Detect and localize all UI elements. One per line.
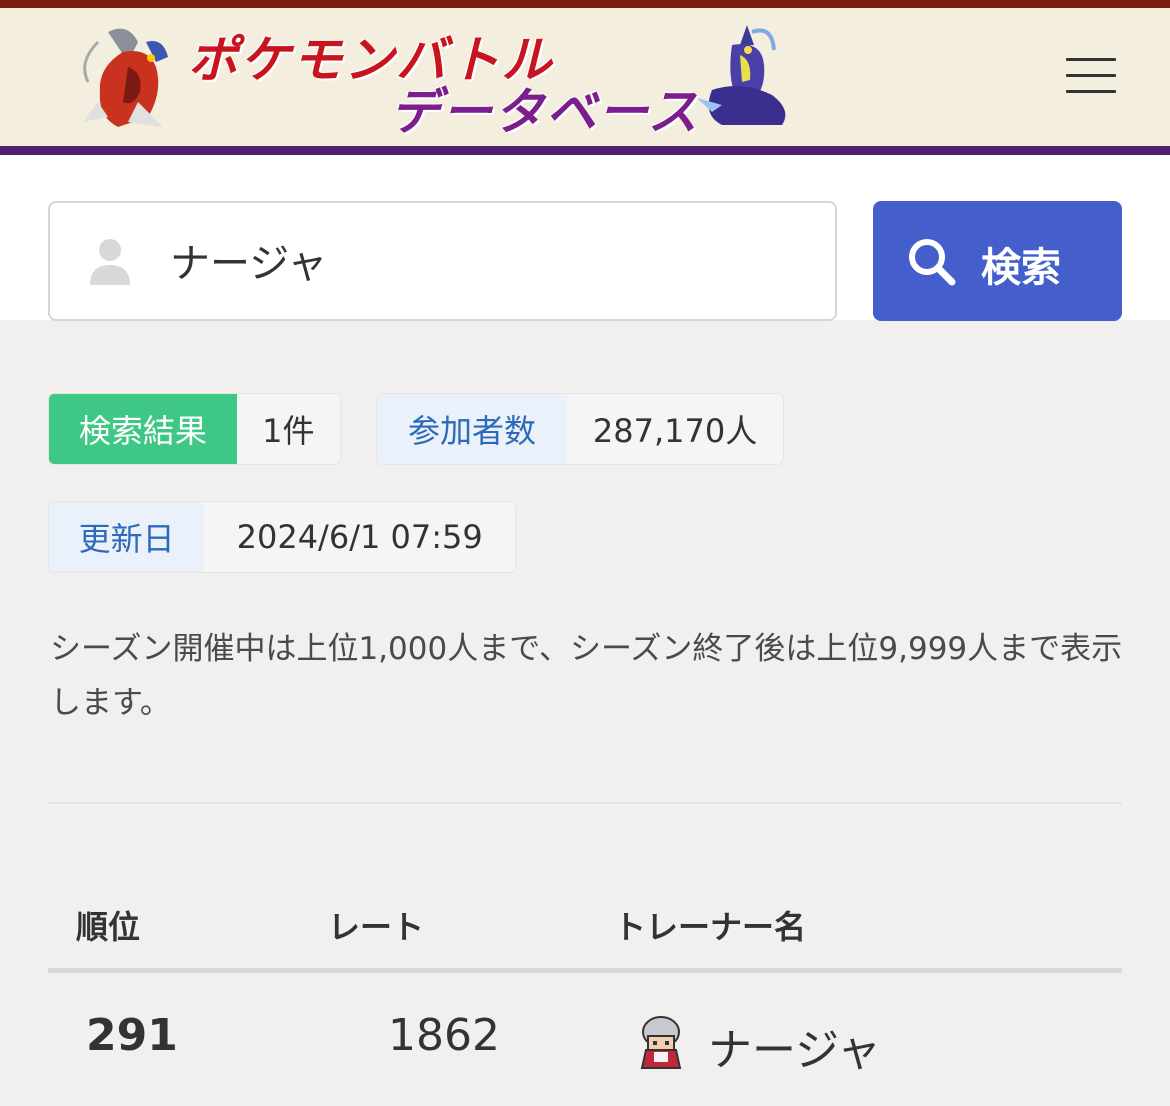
results-count-badge: 検索結果 1件 — [48, 393, 341, 465]
site-header: ポケモンバトル データベース — [0, 0, 1170, 155]
trainer-sprite-icon — [640, 1016, 682, 1069]
updated-label: 更新日 — [49, 502, 205, 572]
participants-value: 287,170人 — [592, 412, 758, 450]
updated-value: 2024/6/1 07:59 — [236, 518, 483, 556]
results-label: 検索結果 — [49, 394, 237, 464]
miraidon-mascot-icon — [697, 25, 786, 125]
menu-bar-middle — [1066, 74, 1116, 77]
search-button-label: 検索 — [981, 245, 1061, 291]
menu-bar-bottom — [1066, 90, 1116, 93]
search-field[interactable] — [48, 201, 837, 321]
search-input[interactable] — [170, 225, 810, 295]
trainer-name-cell[interactable]: ナージャ — [708, 1014, 881, 1078]
results-value: 1件 — [262, 412, 315, 450]
site-logo[interactable]: ポケモンバトル データベース — [60, 18, 820, 141]
column-header-rate: レート — [328, 908, 425, 946]
header-top-stripe — [0, 0, 1170, 8]
koraidon-mascot-icon — [83, 28, 168, 127]
section-divider — [48, 802, 1122, 804]
participants-badge: 参加者数 287,170人 — [376, 393, 784, 465]
rank-cell: 291 — [86, 1010, 178, 1061]
person-icon — [90, 239, 130, 285]
search-button[interactable]: 検索 — [873, 201, 1122, 321]
table-header-divider — [48, 968, 1122, 973]
menu-bar-top — [1066, 58, 1116, 61]
hamburger-menu-button[interactable] — [1066, 56, 1116, 96]
updated-date-badge: 更新日 2024/6/1 07:59 — [48, 501, 516, 573]
search-area: 検索 — [0, 155, 1170, 321]
column-header-rank: 順位 — [76, 908, 141, 946]
rate-cell: 1862 — [388, 1010, 500, 1061]
search-icon — [909, 239, 956, 286]
display-limit-note: シーズン開催中は上位1,000人まで、シーズン終了後は上位9,999人まで表示し… — [50, 631, 1123, 721]
participants-label: 参加者数 — [377, 394, 568, 464]
logo-title-line2: データベース — [390, 83, 700, 141]
header-bottom-stripe — [0, 146, 1170, 155]
column-header-trainer-name: トレーナー名 — [614, 908, 807, 946]
